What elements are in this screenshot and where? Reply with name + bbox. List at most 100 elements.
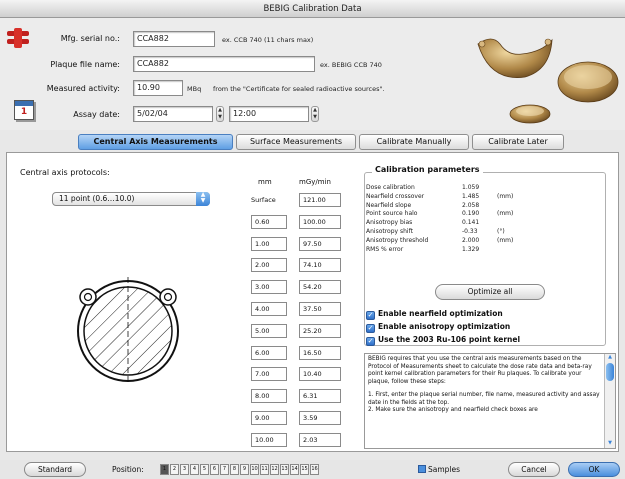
table-cell-dose[interactable]: 74.10 [299, 258, 341, 273]
activity-label: Measured activity: [46, 84, 120, 93]
position-segment[interactable]: 8 [230, 464, 239, 475]
tab-central-axis[interactable]: Central Axis Measurements [78, 134, 233, 150]
param-value: 1.059 [462, 184, 480, 191]
position-segment[interactable]: 3 [180, 464, 189, 475]
date-input[interactable]: 5/02/04 [133, 106, 213, 122]
time-stepper[interactable]: ▲ ▼ [311, 106, 319, 122]
help-text-box[interactable]: BEBIG requires that you use the central … [364, 353, 616, 449]
position-segment[interactable]: 4 [190, 464, 199, 475]
param-name: Anisotropy threshold [366, 236, 429, 244]
help-scrollbar[interactable]: ▲ ▼ [604, 354, 615, 448]
table-cell-mm[interactable]: 0.60 [251, 214, 287, 229]
param-value: 0.141 [462, 219, 480, 227]
table-cell-dose[interactable]: 97.50 [299, 236, 341, 251]
table-cell-dose[interactable]: 121.00 [299, 193, 341, 207]
table-cell-mm[interactable]: 9.00 [251, 411, 287, 425]
scroll-thumb[interactable] [606, 363, 614, 381]
table-cell-mm[interactable]: 3.00 [251, 280, 287, 295]
plaque-logo-icon [7, 28, 29, 48]
table-cell-dose[interactable]: 25.20 [299, 323, 341, 338]
param-unit: (mm) [497, 236, 514, 244]
tab-calibrate-later[interactable]: Calibrate Later [472, 134, 564, 150]
param-name: RMS % error [366, 245, 404, 253]
position-segment[interactable]: 9 [240, 464, 249, 475]
time-input[interactable]: 12:00 [229, 106, 309, 122]
samples-label: Samples [428, 465, 461, 474]
help-paragraph-2: 1. First, enter the plaque serial number… [368, 392, 600, 406]
table-cell-mm[interactable]: 5.00 [251, 323, 287, 338]
position-segment[interactable]: 13 [280, 464, 289, 475]
param-value: 0.190 [462, 210, 480, 218]
table-cell-mm[interactable]: 2.00 [251, 258, 287, 273]
standard-button[interactable]: Standard [24, 462, 86, 477]
param-unit: (mm) [497, 210, 514, 218]
table-cell-dose[interactable]: 6.31 [299, 389, 341, 404]
serial-input[interactable]: CCA882 [133, 31, 215, 47]
checkmark-icon: ✓ [366, 324, 375, 333]
position-segment[interactable]: 14 [290, 464, 299, 475]
help-paragraph-1: BEBIG requires that you use the central … [368, 356, 592, 385]
optimize-all-button[interactable]: Optimize all [435, 284, 545, 300]
plaque-file-input[interactable]: CCA882 [133, 56, 315, 72]
tab-surface[interactable]: Surface Measurements [236, 134, 356, 150]
serial-hint: ex. CCB 740 (11 chars max) [222, 36, 314, 44]
tab-calibrate-manually[interactable]: Calibrate Manually [359, 134, 469, 150]
table-cell-dose[interactable]: 16.50 [299, 345, 341, 360]
protocol-select[interactable]: 11 point (0.6…10.0) ▲ ▼ [52, 192, 210, 206]
position-label: Position: [112, 465, 144, 474]
position-segment[interactable]: 15 [300, 464, 309, 475]
table-cell-mm[interactable]: 8.00 [251, 389, 287, 404]
position-segment[interactable]: 11 [260, 464, 269, 475]
position-segment[interactable]: 6 [210, 464, 219, 475]
table-cell-dose[interactable]: 10.40 [299, 367, 341, 382]
activity-hint: from the "Certificate for sealed radioac… [213, 85, 385, 93]
position-segment[interactable]: 5 [200, 464, 209, 475]
ru106-kernel-checkbox[interactable]: ✓ Use the 2003 Ru-106 point kernel [366, 335, 520, 346]
plaque-images [477, 38, 619, 124]
param-name: Anisotropy bias [366, 219, 413, 227]
samples-checkbox[interactable]: Samples [418, 465, 460, 474]
table-cell-mm[interactable]: 10.00 [251, 432, 287, 447]
table-cell-dose[interactable]: 3.59 [299, 411, 341, 425]
help-text: BEBIG requires that you use the central … [368, 356, 600, 415]
plaque-hint: ex. BEBIG CCB 740 [320, 61, 382, 69]
date-stepper[interactable]: ▲ ▼ [216, 106, 224, 122]
param-value: 2.058 [462, 201, 480, 209]
window-title-bar: BEBIG Calibration Data [0, 0, 625, 18]
nearfield-checkbox[interactable]: ✓ Enable nearfield optimization [366, 309, 503, 320]
param-value: 2.000 [462, 236, 480, 244]
checkmark-icon: ✓ [366, 337, 375, 346]
table-cell-dose[interactable]: 54.20 [299, 280, 341, 295]
activity-input[interactable]: 10.90 [133, 80, 183, 96]
table-cell-dose[interactable]: 2.03 [299, 432, 341, 447]
position-segment[interactable]: 12 [270, 464, 279, 475]
table-cell-dose[interactable]: 100.00 [299, 214, 341, 229]
position-segment[interactable]: 10 [250, 464, 259, 475]
table-cell-dose[interactable]: 37.50 [299, 302, 341, 316]
scroll-up-icon[interactable]: ▲ [606, 354, 614, 362]
table-cell-mm[interactable]: 1.00 [251, 236, 287, 251]
table-cell-mm[interactable]: 7.00 [251, 367, 287, 382]
header-form: Mfg. serial no.: CCA882 ex. CCB 740 (11 … [0, 18, 625, 130]
position-segment[interactable]: 16 [310, 464, 319, 475]
position-segment[interactable]: 1 [160, 464, 169, 475]
param-unit: (°) [497, 228, 505, 235]
position-segment[interactable]: 7 [220, 464, 229, 475]
serial-label: Mfg. serial no.: [60, 34, 120, 43]
table-cell-mm[interactable]: 6.00 [251, 345, 287, 360]
protocol-label: Central axis protocols: [20, 168, 110, 177]
activity-unit: MBq [187, 85, 202, 93]
table-cell-mm[interactable]: 4.00 [251, 302, 287, 316]
cancel-button[interactable]: Cancel [508, 462, 560, 477]
param-unit: (mm) [497, 192, 514, 200]
ok-button[interactable]: OK [568, 462, 620, 477]
param-name: Anisotropy shift [366, 228, 413, 235]
anisotropy-checkbox[interactable]: ✓ Enable anisotropy optimization [366, 322, 510, 333]
param-name: Dose calibration [366, 184, 415, 191]
scroll-down-icon[interactable]: ▼ [606, 440, 614, 448]
position-segment[interactable]: 2 [170, 464, 179, 475]
param-name: Point source halo [366, 210, 418, 218]
ru106-kernel-checkbox-label: Use the 2003 Ru-106 point kernel [378, 335, 521, 344]
calendar-icon[interactable]: 1 [14, 100, 34, 120]
date-label: Assay date: [73, 110, 120, 119]
